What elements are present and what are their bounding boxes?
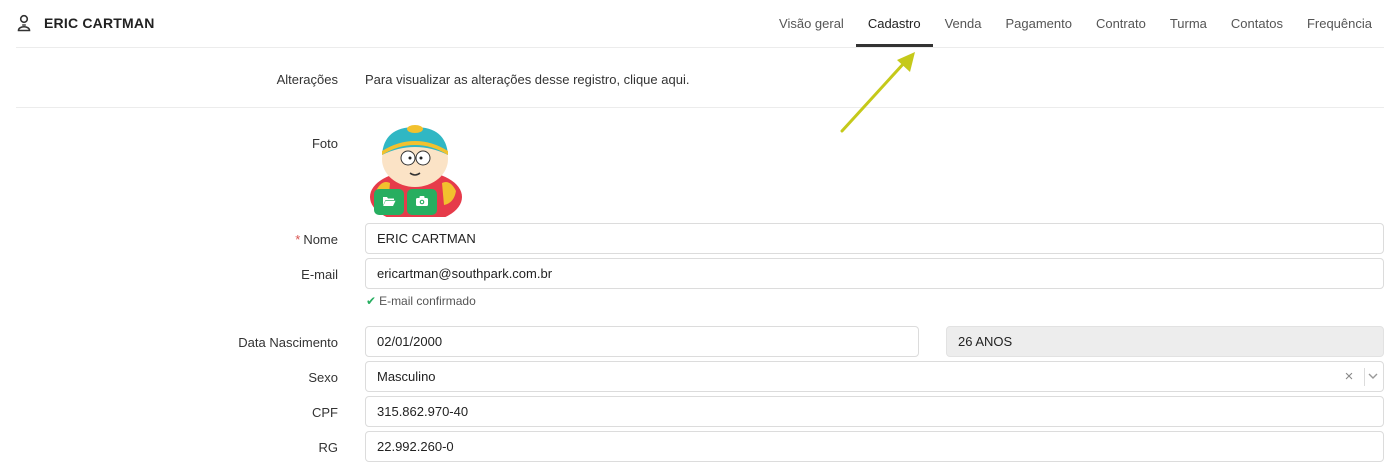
rg-label: RG — [318, 440, 339, 455]
record-title: ERIC CARTMAN — [44, 15, 155, 31]
take-photo-button[interactable] — [407, 189, 437, 215]
gender-selected-value: Masculino — [377, 369, 436, 384]
birth-date-label: Data Nascimento — [238, 335, 338, 350]
cpf-label: CPF — [312, 405, 338, 420]
gender-label: Sexo — [308, 370, 338, 385]
header-divider — [16, 47, 1384, 48]
camera-icon — [415, 195, 429, 210]
age-field: 26 ANOS — [946, 326, 1384, 357]
name-label: * Nome — [295, 232, 338, 247]
upload-photo-button[interactable] — [374, 189, 404, 215]
name-label-text: Nome — [303, 232, 338, 247]
birth-date-input[interactable]: 02/01/2000 — [365, 326, 919, 357]
email-input[interactable]: ericartman@southpark.com.br — [365, 258, 1384, 289]
tab-visao-geral[interactable]: Visão geral — [767, 0, 856, 47]
check-icon: ✔ — [366, 294, 377, 308]
avatar — [368, 121, 464, 223]
tab-turma[interactable]: Turma — [1158, 0, 1219, 47]
rg-input[interactable]: 22.992.260-0 — [365, 431, 1384, 462]
tab-cadastro[interactable]: Cadastro — [855, 0, 933, 47]
required-mark: * — [295, 232, 301, 247]
email-confirmed-status: ✔ E-mail confirmado — [366, 294, 476, 308]
tab-venda[interactable]: Venda — [933, 0, 994, 47]
tab-pagamento[interactable]: Pagamento — [993, 0, 1084, 47]
select-separator — [1364, 368, 1365, 386]
gender-select[interactable]: Masculino × — [365, 361, 1384, 392]
folder-open-icon — [382, 195, 396, 210]
clear-selection-icon[interactable]: × — [1341, 362, 1357, 391]
changes-label: Alterações — [276, 72, 338, 87]
record-header: ERIC CARTMAN Visão geral Cadastro Venda … — [0, 0, 1396, 48]
tab-frequencia[interactable]: Frequência — [1295, 0, 1384, 47]
email-status-text: E-mail confirmado — [379, 294, 476, 308]
tab-contrato[interactable]: Contrato — [1084, 0, 1158, 47]
photo-label: Foto — [311, 136, 338, 151]
email-label: E-mail — [301, 267, 338, 282]
cpf-input[interactable]: 315.862.970-40 — [365, 396, 1384, 427]
section-divider — [16, 107, 1384, 108]
tab-contatos[interactable]: Contatos — [1219, 0, 1295, 47]
person-icon — [16, 14, 32, 32]
record-tabs: Visão geral Cadastro Venda Pagamento Con… — [767, 0, 1384, 48]
name-input[interactable]: ERIC CARTMAN — [365, 223, 1384, 254]
changes-link[interactable]: Para visualizar as alterações desse regi… — [365, 72, 689, 87]
